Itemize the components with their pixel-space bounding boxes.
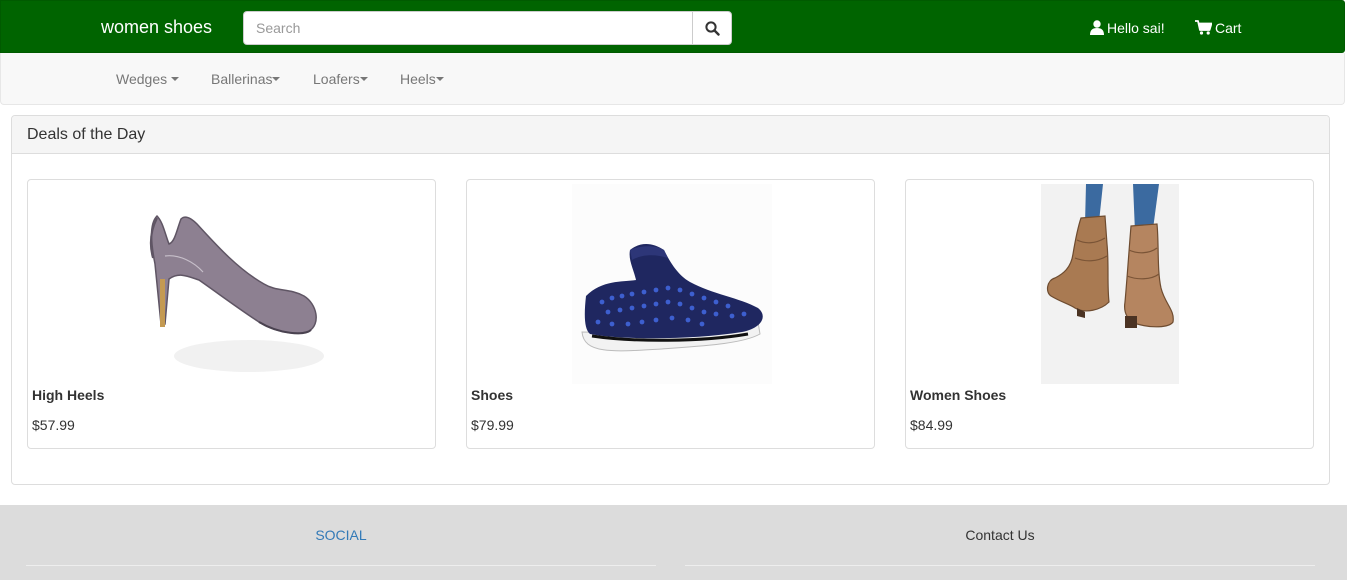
menu-item-wedges[interactable]: Wedges bbox=[116, 71, 180, 87]
footer-contact-section: Contact Us bbox=[685, 505, 1315, 566]
footer-social-section: SOCIAL bbox=[26, 505, 656, 566]
user-icon bbox=[1090, 20, 1104, 35]
caret-down-icon bbox=[171, 77, 180, 82]
cart-icon bbox=[1195, 20, 1212, 35]
deals-title: Deals of the Day bbox=[27, 126, 146, 143]
menu-item-label: Loafers bbox=[313, 71, 360, 87]
product-card-women-shoes[interactable]: Women Shoes $84.99 bbox=[905, 179, 1314, 449]
category-navbar: Wedges Ballerinas Loafers Heels bbox=[0, 53, 1345, 105]
menu-item-label: Ballerinas bbox=[211, 71, 273, 87]
search-form bbox=[243, 11, 732, 45]
product-name: Women Shoes bbox=[910, 387, 1007, 403]
footer: SOCIAL Contact Us bbox=[0, 505, 1347, 580]
top-navbar: women shoes Hello sai! Cart bbox=[0, 0, 1345, 53]
product-card-shoes[interactable]: Shoes $79.99 bbox=[466, 179, 875, 449]
user-greeting: Hello sai! bbox=[1107, 20, 1165, 36]
boots-image bbox=[1041, 184, 1179, 384]
caret-down-icon bbox=[272, 77, 281, 82]
contact-us-link[interactable]: Contact Us bbox=[685, 527, 1315, 543]
search-input[interactable] bbox=[243, 11, 693, 45]
product-price: $79.99 bbox=[471, 417, 514, 433]
product-name: High Heels bbox=[32, 387, 105, 403]
menu-item-heels[interactable]: Heels bbox=[400, 71, 444, 87]
cart-label: Cart bbox=[1215, 20, 1242, 36]
menu-item-label: Heels bbox=[400, 71, 436, 87]
menu-item-ballerinas[interactable]: Ballerinas bbox=[211, 71, 281, 87]
caret-down-icon bbox=[435, 77, 444, 82]
product-card-high-heels[interactable]: High Heels $57.99 bbox=[27, 179, 436, 449]
caret-down-icon bbox=[359, 77, 368, 82]
sneaker-image bbox=[572, 184, 772, 384]
high-heel-shoe-image bbox=[149, 214, 324, 372]
product-price: $57.99 bbox=[32, 417, 75, 433]
product-name: Shoes bbox=[471, 387, 514, 403]
product-price: $84.99 bbox=[910, 417, 953, 433]
deals-panel-heading: Deals of the Day bbox=[12, 116, 1329, 154]
menu-item-loafers[interactable]: Loafers bbox=[313, 71, 368, 87]
search-button[interactable] bbox=[692, 11, 732, 45]
brand-link[interactable]: women shoes bbox=[101, 17, 212, 38]
social-link[interactable]: SOCIAL bbox=[26, 527, 656, 543]
menu-item-label: Wedges bbox=[116, 71, 168, 87]
search-icon bbox=[705, 21, 720, 36]
